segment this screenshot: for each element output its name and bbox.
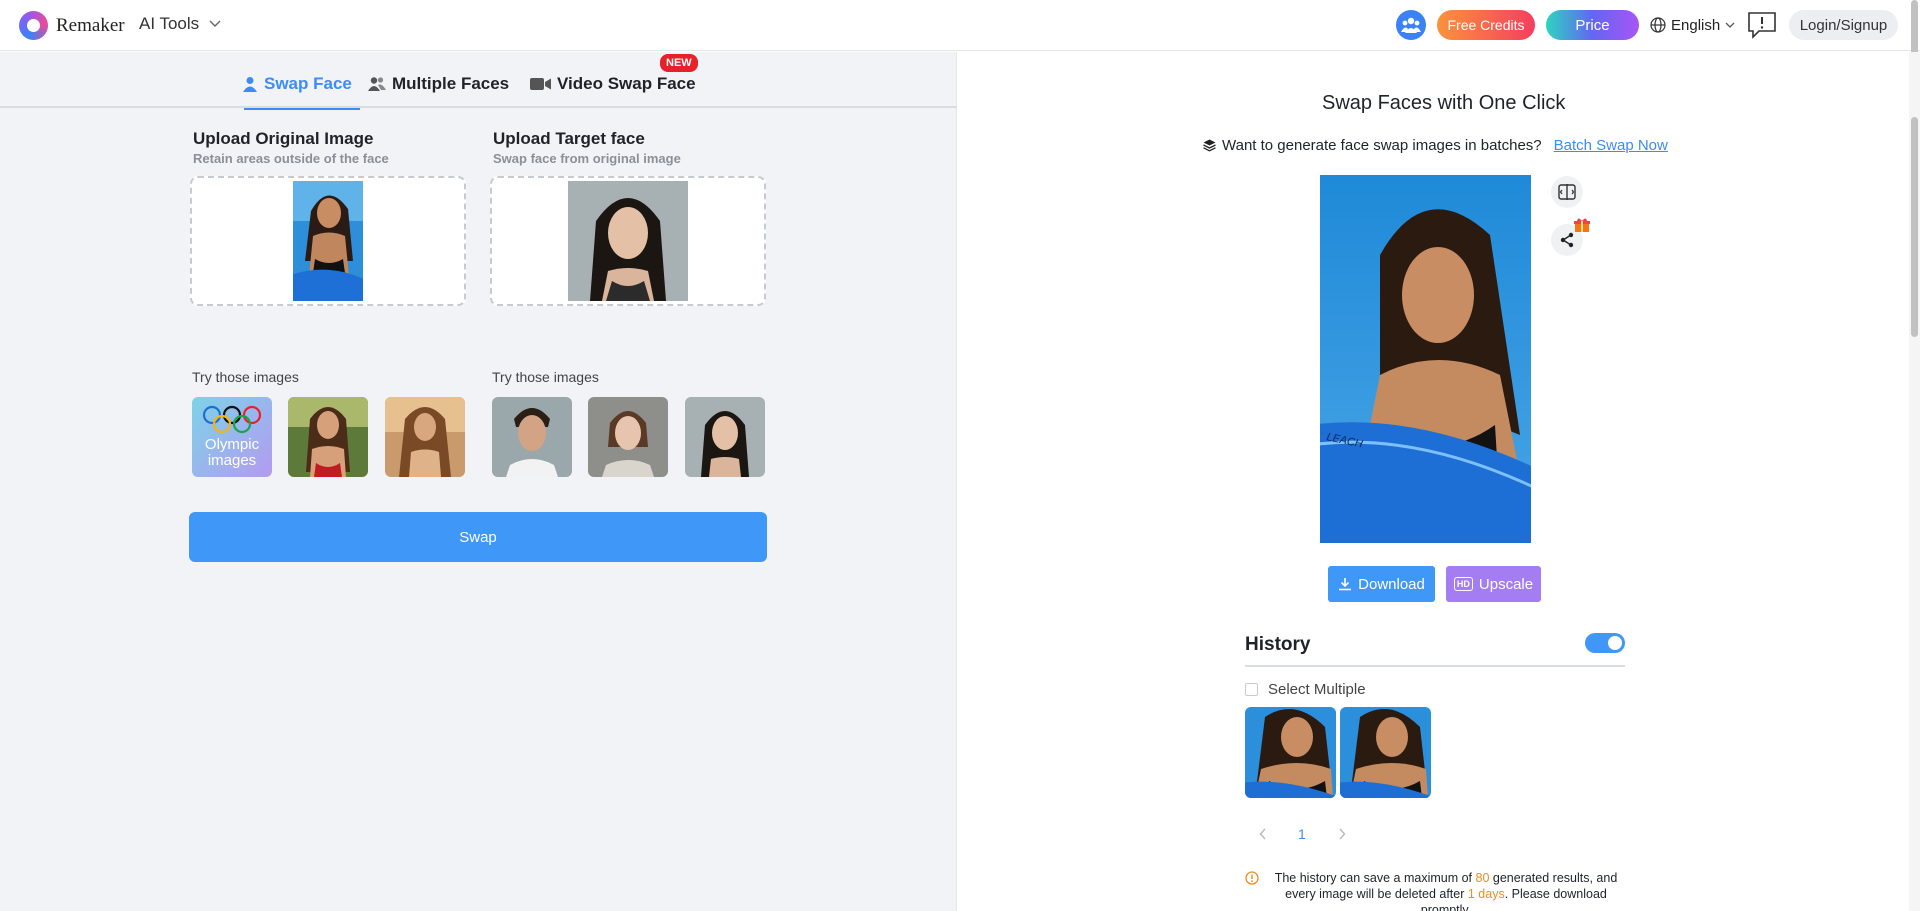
video-icon [530, 78, 551, 90]
person-icon [243, 77, 257, 92]
original-image-dropzone[interactable] [190, 176, 466, 306]
tab-swap-face[interactable]: Swap Face [242, 74, 360, 110]
right-scrollbar[interactable] [1909, 52, 1920, 911]
history-thumbnail-image [1245, 707, 1336, 798]
gift-icon [1574, 218, 1590, 232]
swapped-result-image: LEACH [1320, 175, 1531, 543]
brand-logo-link[interactable]: Remaker [19, 11, 125, 40]
target-face-dropzone[interactable] [490, 176, 766, 306]
swap-button[interactable]: Swap [189, 512, 767, 562]
share-icon [1560, 232, 1574, 248]
mode-tabs: Swap Face Multiple Faces Video Swap Face… [0, 52, 957, 110]
feedback-icon [1748, 12, 1776, 39]
download-label: Download [1358, 575, 1425, 593]
checkbox-box [1245, 683, 1258, 696]
community-button[interactable] [1396, 10, 1426, 40]
sample-olympic-images[interactable]: Olympic images [192, 397, 272, 477]
tab-multiple-faces[interactable]: Multiple Faces [368, 74, 509, 94]
olympic-rings-icon [202, 405, 262, 434]
history-item[interactable] [1340, 707, 1431, 798]
sample-target-face[interactable] [685, 397, 765, 477]
sample-target-face[interactable] [588, 397, 668, 477]
people-icon [368, 77, 386, 91]
community-icon [1401, 17, 1421, 33]
upscale-label: Upscale [1478, 575, 1534, 593]
ai-tools-label: AI Tools [139, 14, 200, 33]
history-item[interactable] [1245, 707, 1336, 798]
prev-page-icon[interactable] [1259, 828, 1267, 840]
upload-target-subtitle: Swap face from original image [493, 151, 681, 166]
language-label: English [1671, 16, 1721, 34]
original-image-preview [293, 181, 363, 301]
language-selector[interactable]: English [1650, 10, 1738, 40]
tab-label: Multiple Faces [392, 74, 510, 93]
new-badge: NEW [660, 54, 698, 72]
history-thumbnail-image [1340, 707, 1431, 798]
sample-original-image[interactable] [385, 397, 465, 477]
select-multiple-label: Select Multiple [1268, 681, 1366, 698]
sample-original-image[interactable] [288, 397, 368, 477]
history-notice-text: The history can save a maximum of 80 gen… [1245, 870, 1625, 911]
history-divider [1245, 665, 1625, 667]
download-button[interactable]: Download [1328, 566, 1435, 602]
notice-max-value: 80 [1475, 871, 1490, 885]
free-credits-button[interactable]: Free Credits [1437, 10, 1535, 40]
sample-woman-sunset-image [385, 397, 465, 477]
try-images-label: Try those images [192, 369, 299, 385]
result-title: Swap Faces with One Click [1322, 92, 1566, 114]
compare-button[interactable] [1551, 176, 1583, 208]
compare-icon [1558, 184, 1576, 200]
feedback-button[interactable] [1746, 10, 1778, 40]
info-icon [1245, 871, 1259, 885]
brand-name: Remaker [56, 14, 125, 36]
sample-asian-woman-face-image [685, 397, 765, 477]
try-images-label: Try those images [492, 369, 599, 385]
page-number[interactable]: 1 [1298, 826, 1306, 842]
upload-original-title: Upload Original Image [193, 129, 374, 148]
batch-prompt-text: Want to generate face swap images in bat… [1222, 137, 1542, 154]
remaker-logo-icon [19, 11, 48, 40]
tab-label: Swap Face [264, 74, 352, 93]
history-toggle[interactable] [1585, 633, 1625, 653]
top-header: Remaker AI Tools Free Credits Price Engl… [0, 0, 1920, 51]
price-button[interactable]: Price [1546, 10, 1639, 40]
tab-label: Video Swap Face [557, 74, 696, 93]
upscale-button[interactable]: HD Upscale [1446, 566, 1541, 602]
download-icon [1339, 578, 1352, 591]
sample-woman-face-image [588, 397, 668, 477]
layers-icon [1203, 139, 1216, 152]
ai-tools-menu[interactable]: AI Tools [139, 14, 221, 34]
olympic-label: Olympic images [204, 436, 260, 469]
batch-swap-now-link[interactable]: Batch Swap Now [1554, 137, 1668, 154]
history-title: History [1245, 634, 1311, 655]
select-multiple-checkbox[interactable]: Select Multiple [1245, 681, 1366, 698]
scrollbar-thumb[interactable] [1911, 117, 1918, 337]
next-page-icon[interactable] [1338, 828, 1346, 840]
batch-prompt-row: Want to generate face swap images in bat… [1203, 137, 1668, 154]
sample-man-face-image [492, 397, 572, 477]
result-image: LEACH [1320, 175, 1531, 543]
sample-woman-red-image [288, 397, 368, 477]
upload-original-subtitle: Retain areas outside of the face [193, 151, 389, 166]
tab-video-swap-face[interactable]: Video Swap Face [530, 74, 696, 94]
chevron-down-icon [209, 20, 221, 27]
history-notice: The history can save a maximum of 80 gen… [1245, 870, 1625, 911]
sample-target-face[interactable] [492, 397, 572, 477]
chevron-down-icon [1725, 22, 1735, 28]
swap-input-panel: Swap Face Multiple Faces Video Swap Face… [0, 52, 957, 911]
notice-days-value: 1 days [1467, 887, 1505, 901]
target-face-preview [568, 181, 688, 301]
login-signup-button[interactable]: Login/Signup [1789, 10, 1898, 40]
upload-target-title: Upload Target face [493, 129, 645, 148]
hd-icon: HD [1453, 577, 1473, 591]
globe-icon [1650, 17, 1666, 33]
notice-segment: The history can save a maximum of [1274, 871, 1476, 885]
